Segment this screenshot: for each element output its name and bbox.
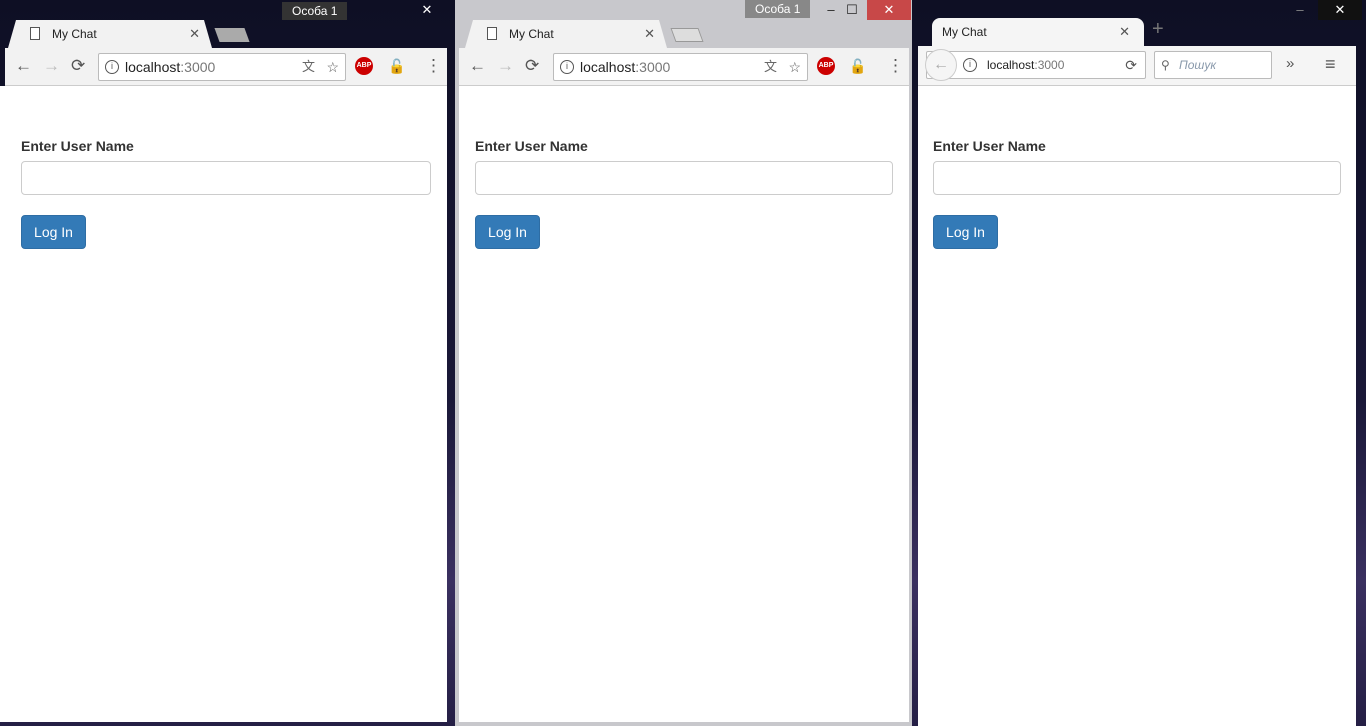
info-icon[interactable]: i [105,60,119,74]
tab-my-chat[interactable]: My Chat ✕ [465,20,667,48]
back-icon[interactable]: ← [925,49,957,81]
url-host: localhost [987,58,1035,72]
toolbar: ← → ⟳ i localhost:3000 文 ☆ ABP 🔓 ⋮ [5,48,447,86]
username-label: Enter User Name [21,138,134,154]
translate-icon[interactable]: 文 [302,54,315,80]
close-tab-icon[interactable]: ✕ [189,20,200,48]
username-input[interactable] [933,161,1341,195]
info-icon[interactable]: i [963,58,977,72]
close-tab-icon[interactable]: ✕ [644,20,655,48]
url-host: localhost [580,59,636,75]
toolbar: ← i localhost:3000 ⟳ ⚲ Пошук » ≡ [918,46,1356,86]
close-window-button[interactable]: ✕ [1318,0,1362,20]
url-port: :3000 [1034,58,1065,72]
tab-my-chat[interactable]: My Chat ✕ [932,18,1144,46]
reload-icon[interactable]: ⟳ [525,56,539,76]
address-bar[interactable]: i localhost:3000 文 ☆ [553,53,808,81]
back-icon[interactable]: ← [15,56,32,76]
address-bar[interactable]: ← i localhost:3000 ⟳ [925,49,1146,81]
minimize-button[interactable]: – [1278,0,1322,20]
star-icon[interactable]: ☆ [788,54,801,80]
search-input[interactable]: ⚲ Пошук [1154,51,1272,79]
vk-extension-icon[interactable]: 🔓 [388,56,405,76]
forward-icon[interactable]: → [43,56,60,76]
adblock-icon[interactable]: ABP [817,57,835,75]
toolbar: ← → ⟳ i localhost:3000 文 ☆ ABP 🔓 ⋮ [459,48,909,86]
search-placeholder: Пошук [1179,58,1216,72]
vk-extension-icon[interactable]: 🔓 [849,56,866,76]
tab-title: My Chat [509,27,554,41]
page-icon [30,27,40,40]
hamburger-menu-icon[interactable]: ≡ [1325,54,1336,74]
address-bar[interactable]: i localhost:3000 文 ☆ [98,53,346,81]
url-host: localhost [125,59,181,75]
url-port: :3000 [635,59,671,75]
new-tab-button[interactable] [214,28,250,42]
new-tab-icon[interactable]: + [1152,18,1164,41]
adblock-icon[interactable]: ABP [355,57,373,75]
close-window-button[interactable]: ✕ [867,0,911,20]
title-bar: – ✕ [918,0,1362,20]
translate-icon[interactable]: 文 [764,54,777,80]
title-bar: Особа 1 ✕ [0,0,447,20]
url-port: :3000 [180,59,216,75]
profile-badge[interactable]: Особа 1 [745,0,811,18]
info-icon[interactable]: i [560,60,574,74]
search-icon: ⚲ [1161,58,1170,72]
forward-icon[interactable]: → [497,56,514,76]
tab-title: My Chat [942,25,987,39]
username-label: Enter User Name [933,138,1046,154]
tab-title: My Chat [52,27,97,41]
maximize-button[interactable]: ☐ [837,0,867,20]
profile-badge[interactable]: Особа 1 [282,2,348,20]
firefox-window: – ✕ My Chat ✕ + ← i localhost:3000 ⟳ ⚲ П… [918,0,1362,726]
page-content: Enter User Name Log In [918,86,1356,726]
page-content: Enter User Name Log In [459,86,909,722]
login-button[interactable]: Log In [933,215,998,249]
menu-icon[interactable]: ⋮ [887,56,904,76]
chrome-window-1: Особа 1 ✕ My Chat ✕ ← → ⟳ i localhost:30… [0,0,447,726]
menu-icon[interactable]: ⋮ [425,56,442,76]
page-content: Enter User Name Log In [0,86,447,722]
back-icon[interactable]: ← [469,56,486,76]
title-bar: Особа 1 – ☐ ✕ [455,0,912,20]
tab-my-chat[interactable]: My Chat ✕ [8,20,212,48]
overflow-chevrons-icon[interactable]: » [1286,54,1294,74]
close-window-button[interactable]: ✕ [405,0,449,20]
username-input[interactable] [475,161,893,195]
star-icon[interactable]: ☆ [326,54,339,80]
page-icon [487,27,497,40]
login-button[interactable]: Log In [21,215,86,249]
username-input[interactable] [21,161,431,195]
login-button[interactable]: Log In [475,215,540,249]
reload-icon[interactable]: ⟳ [71,56,85,76]
username-label: Enter User Name [475,138,588,154]
new-tab-button[interactable] [670,28,704,42]
reload-icon[interactable]: ⟳ [1125,52,1137,78]
chrome-window-2: Особа 1 – ☐ ✕ My Chat ✕ ← → ⟳ i localhos… [455,0,912,726]
close-tab-icon[interactable]: ✕ [1119,18,1130,46]
